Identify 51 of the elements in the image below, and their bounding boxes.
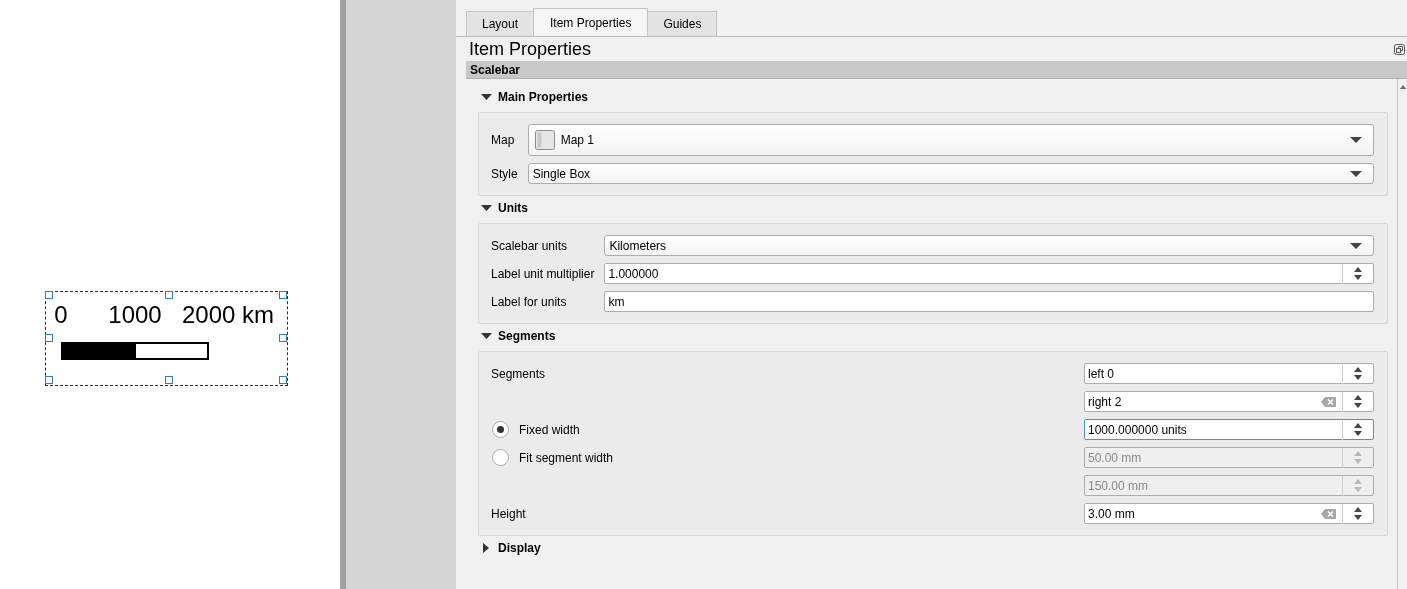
dropdown[interactable]: Map 1 — [527, 124, 1374, 156]
field-label: Label unit multiplier — [490, 266, 595, 281]
scalebar-label: 2000 km — [182, 301, 275, 329]
clear-icon[interactable] — [1321, 507, 1336, 520]
collapse-triangle-icon[interactable] — [481, 331, 492, 341]
tab[interactable]: Guides — [647, 11, 718, 36]
caret-icon — [1350, 170, 1362, 177]
resize-handle[interactable] — [45, 291, 53, 299]
group-title: Segments — [498, 329, 556, 343]
scalebar-label: 0 — [54, 301, 68, 329]
scalebar-label: 1000 — [108, 301, 162, 329]
dropdown[interactable]: Kilometers — [604, 235, 1374, 256]
text-field[interactable]: km — [604, 291, 1374, 312]
spin-box[interactable]: 3.00 mm — [1084, 503, 1374, 524]
resize-handle[interactable] — [279, 334, 287, 342]
resize-handle[interactable] — [279, 291, 287, 299]
scrollbar[interactable] — [1397, 79, 1407, 589]
field-label: Map — [490, 133, 516, 147]
clear-icon[interactable] — [1321, 395, 1336, 408]
tab[interactable]: Layout — [466, 11, 535, 36]
field-label: Label for units — [490, 294, 568, 309]
group-title: Display — [498, 541, 541, 555]
scalebar-item[interactable]: 0 1000 2000 km — [45, 291, 288, 386]
spin-box[interactable]: 1.000000 — [604, 263, 1374, 284]
float-panel-icon[interactable] — [1394, 43, 1405, 55]
collapse-triangle-icon[interactable] — [481, 92, 492, 102]
caret-icon — [1350, 137, 1362, 143]
spin-box[interactable]: right 2 — [1084, 391, 1374, 412]
spin-box[interactable]: 1000.000000 units — [1084, 419, 1374, 440]
radio-button[interactable] — [492, 421, 509, 438]
resize-handle[interactable] — [165, 291, 173, 299]
spin-box[interactable]: left 0 — [1084, 363, 1374, 384]
item-type-header: Scalebar — [466, 61, 1407, 79]
field-label: Height — [490, 506, 527, 521]
dropdown[interactable]: Single Box — [527, 163, 1374, 184]
caret-icon — [1350, 242, 1362, 249]
field-label: Style — [490, 166, 518, 181]
resize-handle[interactable] — [279, 376, 287, 384]
group-title: Main Properties — [498, 90, 589, 104]
resize-handle[interactable] — [165, 376, 173, 384]
map-frame-icon — [534, 130, 555, 150]
radio-label[interactable]: Fixed width — [518, 422, 580, 437]
tab[interactable]: Item Properties — [533, 8, 649, 36]
field-label: Scalebar units — [490, 238, 569, 253]
collapse-triangle-icon[interactable] — [481, 203, 492, 213]
field-label: Segments — [490, 366, 547, 381]
resize-handle[interactable] — [45, 376, 53, 384]
panel-title: Item Properties — [469, 38, 592, 60]
group-title: Units — [498, 201, 528, 215]
resize-handle[interactable] — [45, 334, 53, 342]
scroll-up-icon[interactable] — [1399, 85, 1406, 89]
